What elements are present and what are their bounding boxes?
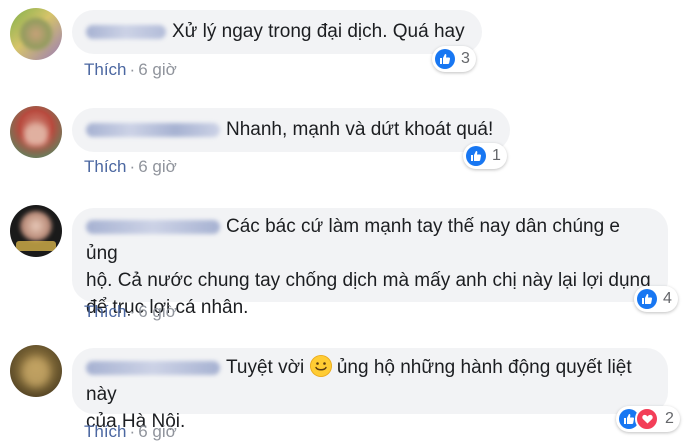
like-button[interactable]: Thích (84, 422, 127, 441)
commenter-name[interactable] (86, 24, 166, 39)
comment-text: Nhanh, mạnh và dứt khoát quá! (226, 119, 494, 140)
timestamp[interactable]: 6 giờ (138, 422, 177, 441)
like-button[interactable]: Thích (84, 60, 127, 79)
separator: · (129, 422, 136, 441)
comment-text-part-1: Tuyệt vời (226, 357, 305, 378)
comment-bubble: Tuyệt vời ủng hộ những hành động quyết l… (72, 348, 668, 432)
comment-bubble: Nhanh, mạnh và dứt khoát quá! (72, 108, 510, 152)
reactions-summary[interactable]: 4 (634, 286, 678, 312)
like-icon (466, 146, 486, 166)
separator: · (129, 157, 136, 176)
commenter-name[interactable] (86, 360, 220, 375)
avatar[interactable] (10, 106, 62, 158)
like-icon (435, 49, 455, 69)
comment-text: Xử lý ngay trong đại dịch. Quá hay (172, 21, 465, 42)
comment-bubble: Các bác cứ làm mạnh tay thế nay dân chún… (72, 208, 668, 318)
comment-actions: Thích · 6 giờ (84, 60, 177, 80)
reactions-summary[interactable]: 1 (463, 143, 507, 169)
timestamp[interactable]: 6 giờ (138, 60, 177, 79)
reactions-summary[interactable]: 3 (432, 46, 476, 72)
comment-bubble: Xử lý ngay trong đại dịch. Quá hay (72, 10, 482, 54)
timestamp[interactable]: 6 giờ (138, 157, 177, 176)
smile-emoji-icon (309, 355, 332, 377)
timestamp[interactable]: 6 giờ (138, 302, 177, 321)
comment-actions: Thích · 6 giờ (84, 302, 177, 322)
commenter-name[interactable] (86, 219, 220, 234)
reaction-count: 2 (665, 410, 674, 427)
like-icon (637, 289, 657, 309)
reaction-count: 4 (663, 290, 672, 307)
reaction-count: 1 (492, 147, 501, 164)
comment-actions: Thích · 6 giờ (84, 157, 177, 177)
reactions-summary[interactable]: 2 (616, 406, 680, 432)
avatar[interactable] (10, 345, 62, 397)
reaction-count: 3 (461, 50, 470, 67)
separator: · (129, 60, 136, 79)
avatar[interactable] (10, 205, 62, 257)
heart-icon (635, 407, 659, 431)
like-button[interactable]: Thích (84, 302, 127, 321)
like-button[interactable]: Thích (84, 157, 127, 176)
comment-text-line-2: hộ. Cả nước chung tay chống dịch mà mấy … (86, 270, 651, 291)
avatar[interactable] (10, 8, 62, 60)
comment-actions: Thích · 6 giờ (84, 422, 177, 442)
separator: · (129, 302, 136, 321)
commenter-name[interactable] (86, 122, 220, 137)
